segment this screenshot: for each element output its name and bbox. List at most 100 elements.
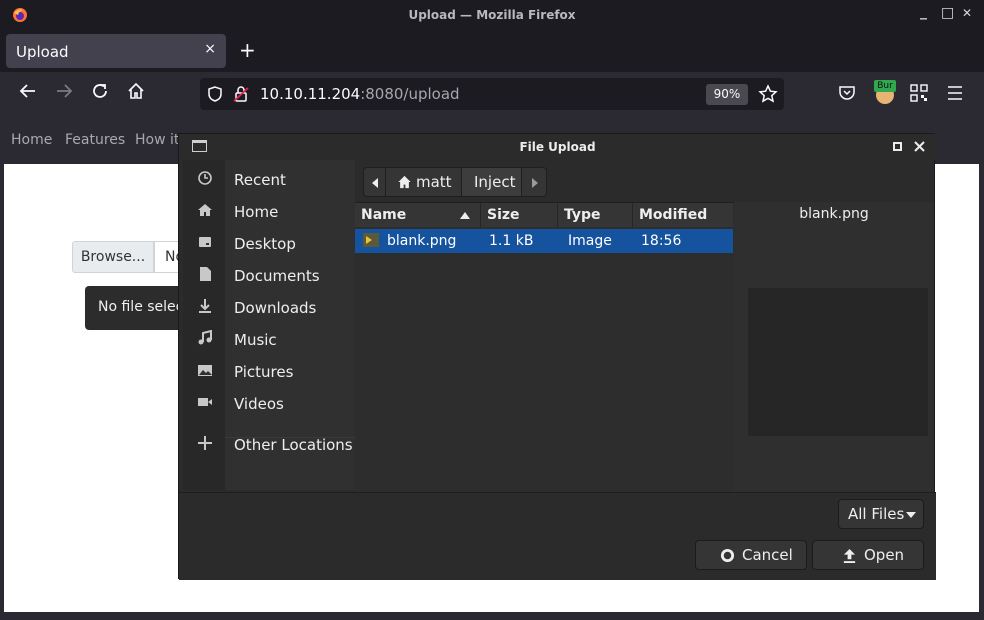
sidebar-item-desktop[interactable]: Desktop <box>183 230 355 258</box>
column-label: Name <box>361 207 407 223</box>
page-nav-features[interactable]: Features <box>65 132 125 148</box>
column-header-modified[interactable]: Modified <box>633 203 733 227</box>
page-nav-home[interactable]: Home <box>11 132 52 148</box>
column-header-size[interactable]: Size <box>481 203 558 227</box>
sidebar-item-label: Recent <box>234 171 286 189</box>
minimize-button[interactable]: _ <box>920 4 927 20</box>
file-row[interactable]: blank.png 1.1 kB Image 18:56 <box>355 229 733 253</box>
clock-icon <box>198 171 212 185</box>
tab-label: Upload <box>16 43 69 61</box>
home-icon <box>128 82 144 99</box>
video-icon <box>198 398 212 406</box>
hamburger-menu-icon[interactable] <box>946 85 964 101</box>
cancel-button[interactable]: Cancel <box>695 540 807 570</box>
sidebar-item-label: Pictures <box>234 363 294 381</box>
chevron-down-icon <box>906 512 916 518</box>
burp-badge: Bur <box>874 80 896 92</box>
new-tab-button[interactable]: + <box>239 38 256 62</box>
qr-code-icon[interactable] <box>910 84 928 102</box>
download-icon <box>199 299 211 313</box>
sidebar-item-downloads[interactable]: Downloads <box>183 294 355 322</box>
path-segment-current[interactable]: Inject <box>462 168 522 196</box>
sort-ascending-icon <box>460 212 470 219</box>
chevron-left-icon <box>372 178 378 188</box>
file-modified: 18:56 <box>641 233 682 249</box>
tab-strip: Upload × + <box>0 30 984 72</box>
document-icon <box>200 267 211 281</box>
path-bar: matt Inject <box>363 167 547 197</box>
path-segment-label: matt <box>416 173 452 191</box>
places-sidebar: Recent Home Desktop Documents Downloads … <box>183 160 355 490</box>
open-button[interactable]: Open <box>812 540 924 570</box>
sidebar-item-other-locations[interactable]: Other Locations <box>183 431 355 459</box>
desktop-icon <box>199 237 211 247</box>
path-forward-button[interactable] <box>522 168 546 196</box>
pocket-icon[interactable] <box>838 84 856 102</box>
url-text[interactable]: 10.10.11.204:8080/upload <box>260 85 460 103</box>
dialog-header: File Upload <box>179 134 936 160</box>
file-filter-label: All Files <box>848 505 905 523</box>
home-button[interactable] <box>124 82 148 106</box>
back-button[interactable] <box>16 82 40 106</box>
sidebar-item-label: Downloads <box>234 299 317 317</box>
path-segment-home[interactable]: matt <box>386 168 462 196</box>
image-file-icon <box>363 233 379 247</box>
column-header-type[interactable]: Type <box>558 203 633 227</box>
sidebar-item-recent[interactable]: Recent <box>183 166 355 194</box>
url-host: 10.10.11.204 <box>260 85 361 103</box>
sidebar-item-videos[interactable]: Videos <box>183 390 355 418</box>
sidebar-item-label: Music <box>234 331 277 349</box>
sidebar-item-music[interactable]: Music <box>183 326 355 354</box>
picture-icon <box>198 365 212 376</box>
bookmark-star-icon[interactable] <box>758 84 778 104</box>
forward-arrow-icon <box>57 84 73 98</box>
file-type: Image <box>568 233 612 249</box>
window-titlebar: Upload — Mozilla Firefox _ □ ✕ <box>0 0 984 30</box>
sidebar-item-pictures[interactable]: Pictures <box>183 358 355 386</box>
file-list: Name Size Type Modified blank.png 1.1 kB… <box>355 202 734 492</box>
file-upload-dialog: File Upload Recent Home Desktop Document… <box>178 133 936 580</box>
sidebar-item-documents[interactable]: Documents <box>183 262 355 290</box>
file-size: 1.1 kB <box>489 233 534 249</box>
file-name: blank.png <box>387 233 457 249</box>
dialog-title: File Upload <box>519 140 596 154</box>
sidebar-item-label: Desktop <box>234 235 296 253</box>
burp-extension-icon[interactable]: Bur <box>874 80 896 104</box>
back-arrow-icon <box>19 84 35 98</box>
dialog-close-icon[interactable] <box>914 141 925 152</box>
shield-icon[interactable] <box>206 85 224 103</box>
home-icon <box>198 204 212 216</box>
cancel-label: Cancel <box>742 546 793 564</box>
preview-pane: blank.png <box>734 202 934 492</box>
insecure-lock-icon[interactable] <box>233 85 249 103</box>
home-icon <box>398 175 411 189</box>
page-nav-how-it[interactable]: How it <box>135 132 179 148</box>
sidebar-item-label: Other Locations <box>234 436 353 454</box>
maximize-button[interactable]: □ <box>941 5 954 21</box>
open-label: Open <box>864 546 905 564</box>
tab-close-icon[interactable]: × <box>204 41 216 57</box>
plus-icon <box>198 436 212 450</box>
dialog-bottom-bar: All Files Cancel Open <box>179 492 936 580</box>
music-icon <box>198 330 212 345</box>
reload-button[interactable] <box>88 82 112 106</box>
url-bar[interactable]: 10.10.11.204:8080/upload 90% <box>200 78 784 110</box>
path-back-button[interactable] <box>364 168 386 196</box>
sidebar-item-home[interactable]: Home <box>183 198 355 226</box>
path-segment-label: Inject <box>474 173 516 191</box>
sidebar-item-label: Documents <box>234 267 320 285</box>
tab-upload[interactable]: Upload × <box>6 34 226 68</box>
browse-button[interactable]: Browse... <box>72 241 154 273</box>
chevron-right-icon <box>532 178 538 188</box>
forward-button[interactable] <box>52 82 76 106</box>
close-window-button[interactable]: ✕ <box>962 6 972 20</box>
dialog-maximize-button[interactable] <box>893 142 902 151</box>
file-filter-dropdown[interactable]: All Files <box>838 499 924 529</box>
preview-image <box>748 288 928 436</box>
sidebar-item-label: Home <box>234 203 279 221</box>
reload-icon <box>93 84 107 98</box>
preview-filename: blank.png <box>799 206 869 222</box>
column-header-name[interactable]: Name <box>355 203 481 227</box>
zoom-level-button[interactable]: 90% <box>706 84 748 105</box>
cancel-icon <box>720 548 735 563</box>
